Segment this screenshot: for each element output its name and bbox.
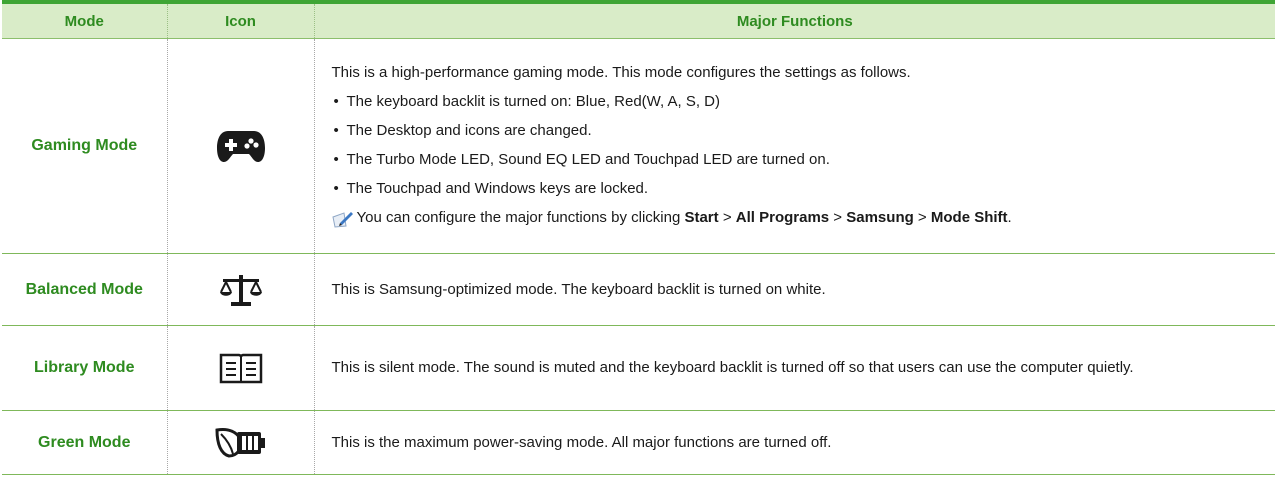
- path-mode-shift: Mode Shift: [930, 209, 1008, 227]
- mode-table-container: Mode Icon Major Functions Gaming Mode Th…: [2, 0, 1275, 475]
- scale-icon: [219, 274, 263, 306]
- table-row-balanced-mode: Balanced Mode This is Samsung-optimized …: [2, 253, 1275, 326]
- table-row-green-mode: Green Mode This is the maximum power-sav…: [2, 410, 1275, 475]
- table-row-gaming-mode: Gaming Mode This is a high-performance g…: [2, 38, 1275, 254]
- note-prefix: You can configure the major functions by…: [356, 209, 685, 227]
- path-start: Start: [684, 209, 719, 227]
- mode-table: Mode Icon Major Functions Gaming Mode Th…: [2, 4, 1275, 475]
- gaming-bullet: The keyboard backlit is turned on: Blue,…: [332, 92, 1275, 112]
- book-icon: [219, 353, 263, 384]
- mode-name-green: Green Mode: [2, 410, 168, 475]
- gaming-bullet: The Turbo Mode LED, Sound EQ LED and Tou…: [332, 150, 1275, 170]
- functions-library: This is silent mode. The sound is muted …: [314, 325, 1275, 411]
- path-separator: >: [829, 209, 847, 227]
- path-separator: >: [718, 209, 736, 227]
- path-separator: >: [913, 209, 931, 227]
- path-all-programs: All Programs: [735, 209, 830, 227]
- gaming-bullet: The Touchpad and Windows keys are locked…: [332, 179, 1275, 199]
- functions-balanced: This is Samsung-optimized mode. The keyb…: [314, 253, 1275, 326]
- note-pencil-icon: [331, 209, 354, 229]
- header-icon: Icon: [167, 4, 315, 39]
- note-suffix: .: [1007, 209, 1012, 227]
- table-row-library-mode: Library Mode This is silent mode. The so…: [2, 325, 1275, 411]
- mode-name-gaming: Gaming Mode: [2, 38, 168, 254]
- path-samsung: Samsung: [846, 209, 914, 227]
- functions-green: This is the maximum power-saving mode. A…: [314, 410, 1275, 475]
- gaming-note: You can configure the major functions by…: [331, 208, 1275, 229]
- table-header-row: Mode Icon Major Functions: [2, 4, 1275, 39]
- functions-gaming: This is a high-performance gaming mode. …: [314, 38, 1275, 254]
- gaming-intro: This is a high-performance gaming mode. …: [331, 64, 911, 82]
- header-mode: Mode: [2, 4, 168, 39]
- mode-name-balanced: Balanced Mode: [2, 253, 168, 326]
- gaming-bullet: The Desktop and icons are changed.: [332, 121, 1275, 141]
- header-major-functions: Major Functions: [314, 4, 1275, 39]
- gamepad-icon: [216, 131, 266, 162]
- mode-name-library: Library Mode: [2, 325, 168, 411]
- leaf-battery-icon: [214, 427, 267, 458]
